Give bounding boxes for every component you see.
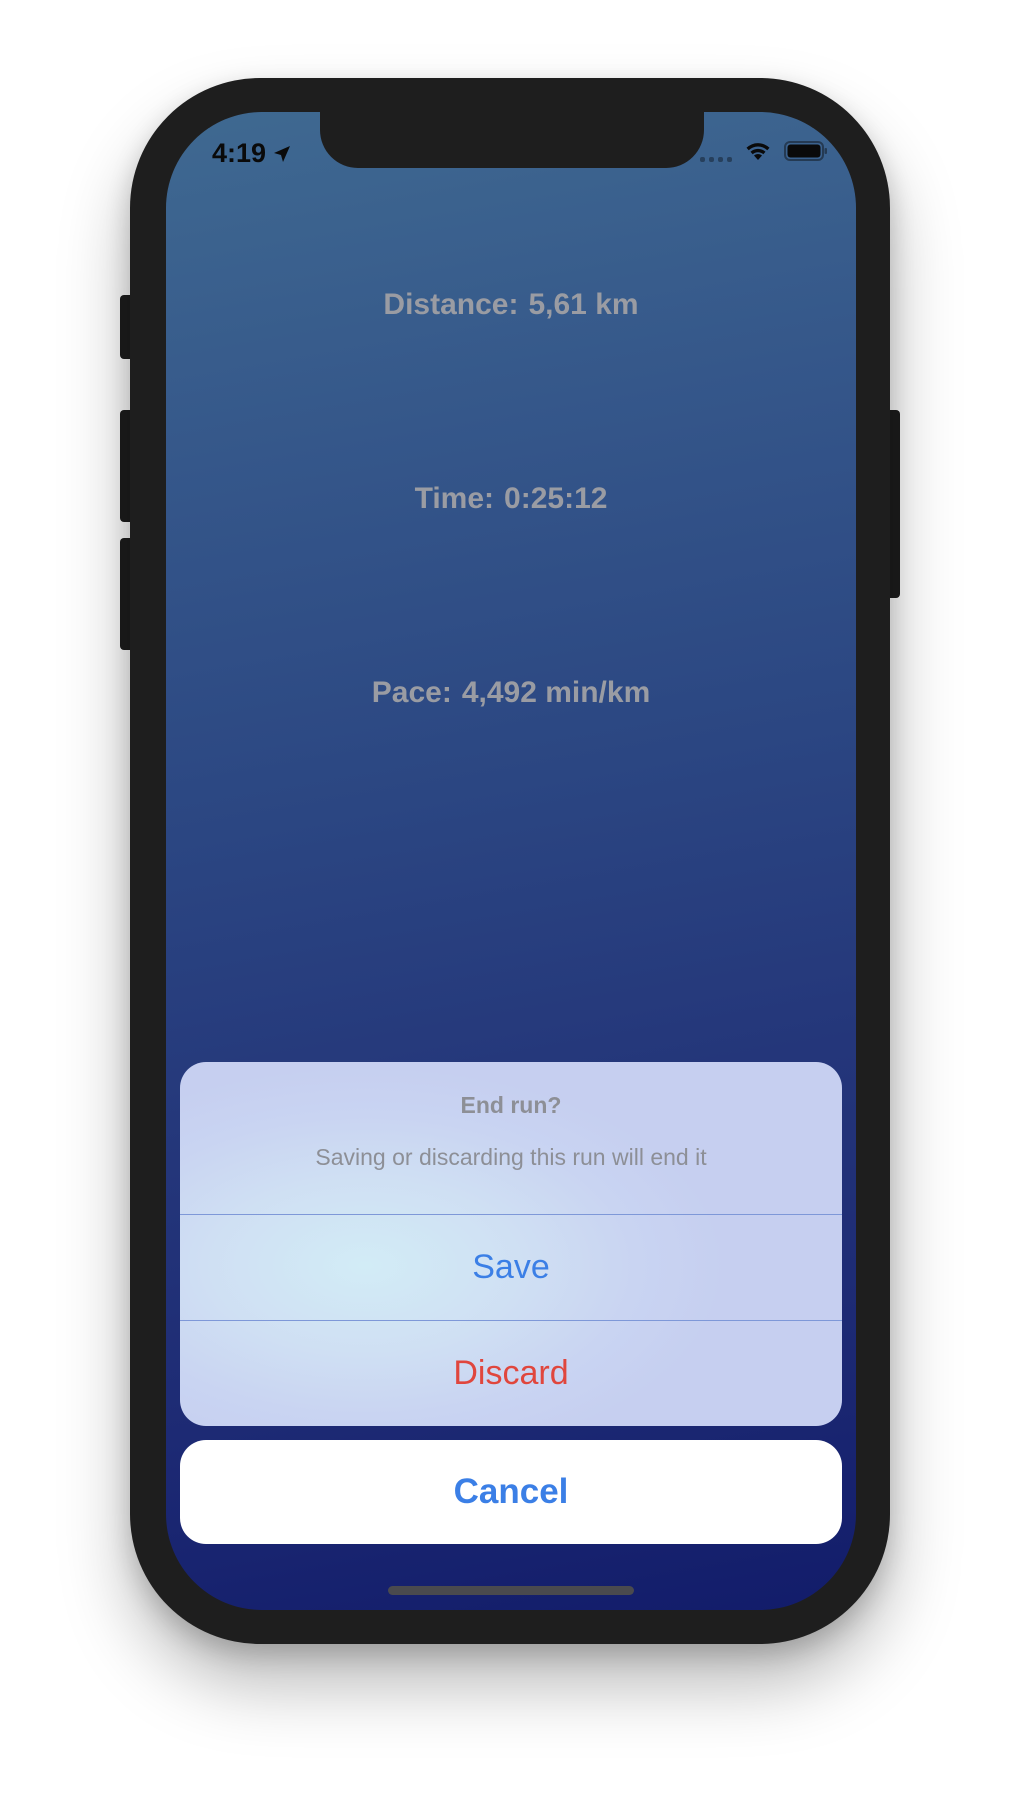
distance-stat: Distance: 5,61 km [166, 288, 856, 322]
cellular-signal-icon [700, 140, 732, 162]
battery-icon [784, 141, 827, 161]
notch [320, 112, 704, 168]
distance-label: Distance: [383, 288, 519, 321]
status-bar-time: 4:19 [212, 138, 292, 169]
status-time-text: 4:19 [212, 138, 267, 168]
time-label: Time: [414, 482, 495, 515]
wifi-icon [746, 143, 770, 160]
status-bar-indicators [700, 140, 828, 162]
location-arrow-icon [274, 145, 291, 162]
end-run-action-sheet: End run? Saving or discarding this run w… [180, 1062, 842, 1426]
pace-value: 4,492 min/km [461, 676, 651, 709]
pace-stat: Pace: 4,492 min/km [166, 676, 856, 710]
cancel-button[interactable]: Cancel [180, 1440, 842, 1544]
device-frame-stage: 4:19 Distance: 5,61 km Time: 0:25:12 Pac… [0, 0, 1024, 1798]
time-value: 0:25:12 [504, 482, 608, 515]
app-screen: 4:19 Distance: 5,61 km Time: 0:25:12 Pac… [166, 112, 856, 1610]
home-indicator[interactable] [388, 1586, 634, 1595]
distance-value: 5,61 km [528, 288, 639, 321]
action-sheet-title: End run? [460, 1092, 562, 1118]
pace-label: Pace: [371, 676, 452, 709]
action-sheet-message: Saving or discarding this run will end i… [315, 1144, 707, 1170]
save-button[interactable]: Save [180, 1215, 842, 1320]
time-stat: Time: 0:25:12 [166, 482, 856, 516]
discard-button[interactable]: Discard [180, 1321, 842, 1426]
